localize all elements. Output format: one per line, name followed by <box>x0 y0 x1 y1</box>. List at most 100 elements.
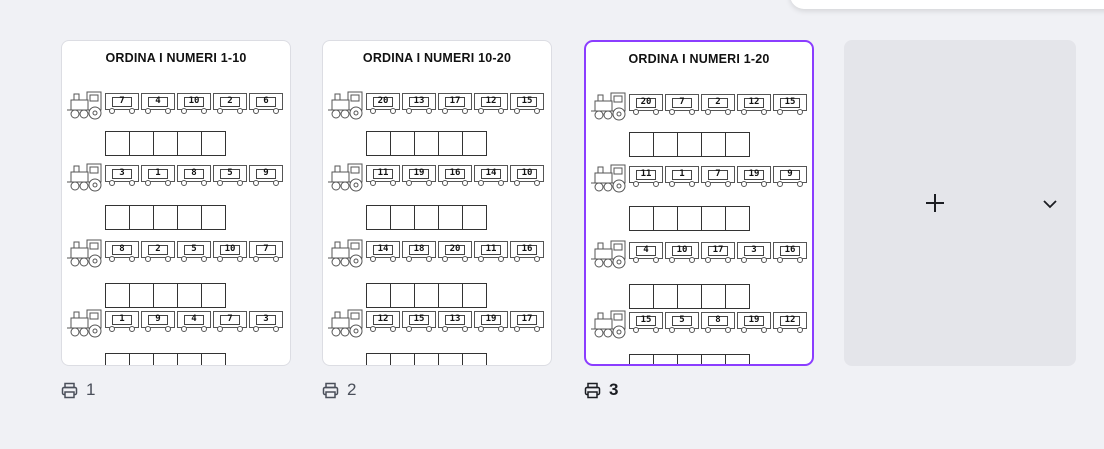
locomotive-icon <box>67 309 102 338</box>
wagon-number: 10 <box>521 168 533 178</box>
train-wagon: 8 <box>177 165 211 186</box>
answer-box <box>366 205 391 230</box>
answer-box <box>629 354 654 364</box>
wheel <box>633 109 639 115</box>
wheel <box>689 327 695 333</box>
wheel <box>462 108 468 114</box>
wheel <box>109 108 115 114</box>
locomotive-icon <box>67 91 102 120</box>
train-wagon: 11 <box>474 241 508 262</box>
wheel <box>442 256 448 262</box>
answer-box <box>153 353 178 365</box>
page-thumbnail-1[interactable]: ORDINA I NUMERI 1-10 7 4 10 2 6 3 1 8 5 9 8 2 5 10 7 1 9 4… <box>61 40 291 366</box>
wagon-number: 19 <box>748 315 760 325</box>
train-wagon: 20 <box>438 241 472 262</box>
wheel <box>370 326 376 332</box>
wheel <box>761 181 767 187</box>
wagon-number: 11 <box>485 244 497 254</box>
answer-box <box>414 205 439 230</box>
page-thumbnail-3[interactable]: ORDINA I NUMERI 1-20 20 7 2 12 15 11 1 7 19 9 4 10 17… <box>584 40 814 366</box>
wheel <box>109 256 115 262</box>
wagon-number: 19 <box>413 168 425 178</box>
wagon-number: 12 <box>784 315 796 325</box>
train-wagon: 2 <box>213 93 247 114</box>
answer-box <box>153 205 178 230</box>
answer-box <box>390 353 415 365</box>
wheel <box>705 109 711 115</box>
page-thumbnail-2[interactable]: ORDINA I NUMERI 10-20 20 13 17 12 15 11 19 16 14 1… <box>322 40 552 366</box>
answer-box <box>701 132 726 157</box>
wheel <box>498 326 504 332</box>
answer-box <box>629 284 654 309</box>
answer-box <box>414 353 439 365</box>
wheel <box>406 180 412 186</box>
wagon-number: 16 <box>784 245 796 255</box>
wagon-number: 4 <box>191 314 197 324</box>
chevron-down-icon[interactable] <box>1042 196 1058 212</box>
wheel <box>797 327 803 333</box>
answer-box <box>725 354 750 364</box>
answer-boxes <box>366 353 487 365</box>
answer-box <box>629 132 654 157</box>
wheel <box>217 108 223 114</box>
wagon-number: 7 <box>263 244 269 254</box>
wagon-number: 20 <box>377 96 389 106</box>
wagon-number: 16 <box>521 244 533 254</box>
wagon-number: 9 <box>155 314 161 324</box>
train-wagon: 12 <box>773 312 807 333</box>
answer-boxes <box>629 132 750 157</box>
wagon-number: 3 <box>751 245 757 255</box>
wheel <box>273 180 279 186</box>
wheel <box>534 108 540 114</box>
wheel <box>273 326 279 332</box>
wheel <box>777 181 783 187</box>
worksheet-title: ORDINA I NUMERI 1-20 <box>628 52 770 66</box>
worksheet-preview: ORDINA I NUMERI 10-20 20 13 17 12 15 11 19 16 14 1… <box>323 41 551 365</box>
locomotive-icon <box>591 164 626 193</box>
train-wagon: 11 <box>366 165 400 186</box>
wheel <box>777 257 783 263</box>
answer-box <box>677 354 702 364</box>
answer-box <box>438 353 463 365</box>
train-wagon: 17 <box>510 311 544 332</box>
wheel <box>478 256 484 262</box>
wheel <box>514 108 520 114</box>
train-wagon: 4 <box>629 242 663 263</box>
train-row: 20 13 17 12 15 <box>328 89 548 121</box>
answer-box <box>462 353 487 365</box>
wheel <box>725 327 731 333</box>
wagon-number: 19 <box>485 314 497 324</box>
train-row: 7 4 10 2 6 <box>67 89 287 121</box>
train-wagon: 17 <box>701 242 735 263</box>
answer-box <box>177 131 202 156</box>
wagon-number: 18 <box>413 244 425 254</box>
train-wagon: 10 <box>177 93 211 114</box>
wagon-number: 13 <box>413 96 425 106</box>
answer-box <box>105 205 130 230</box>
train-wagon: 12 <box>737 94 771 115</box>
locomotive-icon <box>67 239 102 268</box>
wheel <box>653 109 659 115</box>
answer-box <box>390 131 415 156</box>
train-wagon: 15 <box>773 94 807 115</box>
wagon-number: 7 <box>119 96 125 106</box>
wheel <box>669 181 675 187</box>
wagon-number: 4 <box>643 245 649 255</box>
answer-box <box>725 206 750 231</box>
locomotive-icon <box>591 240 626 269</box>
wheel <box>705 257 711 263</box>
train-wagon: 11 <box>629 166 663 187</box>
wheel <box>390 256 396 262</box>
train-wagon: 4 <box>177 311 211 332</box>
wheel <box>406 256 412 262</box>
wheel <box>237 256 243 262</box>
wagon-number: 5 <box>227 168 233 178</box>
wheel <box>653 327 659 333</box>
answer-box <box>462 283 487 308</box>
train-wagon: 18 <box>402 241 436 262</box>
wheel <box>253 326 259 332</box>
wheel <box>689 257 695 263</box>
wheel <box>633 181 639 187</box>
add-page-button[interactable] <box>844 40 1076 366</box>
wagon-number: 12 <box>485 96 497 106</box>
